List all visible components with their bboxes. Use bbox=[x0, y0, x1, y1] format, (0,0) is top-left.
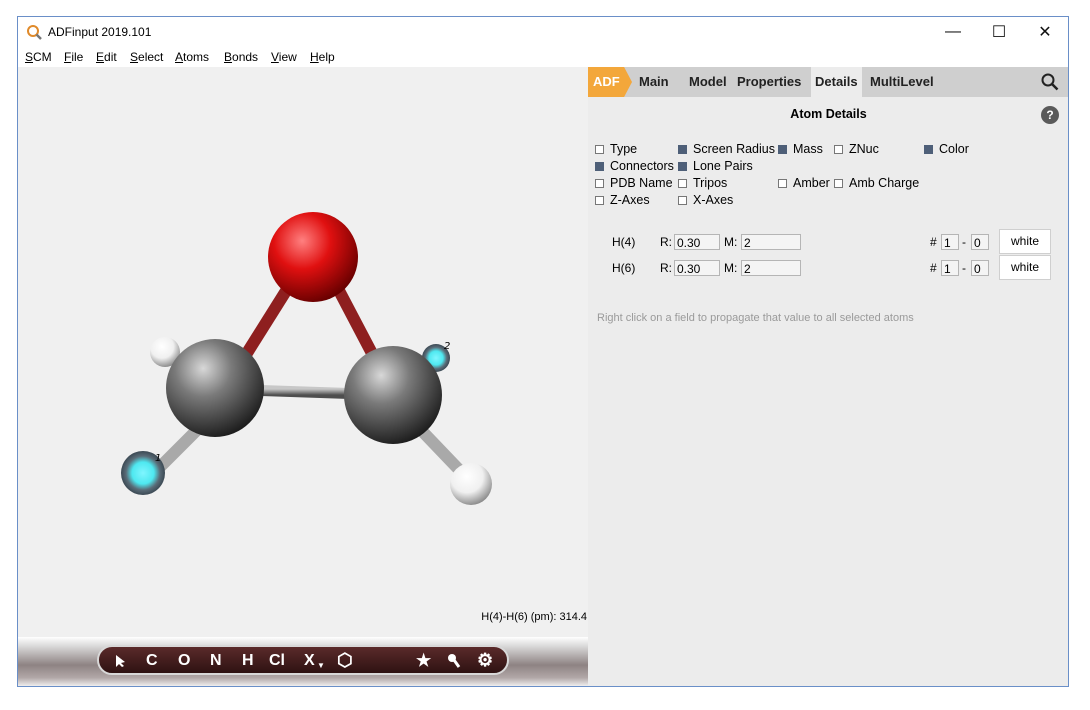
tab-details[interactable]: Details bbox=[811, 67, 862, 97]
checkbox-amber[interactable] bbox=[778, 178, 787, 188]
tab-model[interactable]: Model bbox=[689, 67, 727, 97]
mass-field[interactable]: 2 bbox=[741, 234, 801, 250]
menu-scm[interactable]: SCM bbox=[25, 50, 52, 64]
checkbox-amb-charge[interactable] bbox=[834, 178, 843, 188]
option-color[interactable]: Color bbox=[924, 142, 969, 156]
index-hash-label: # bbox=[930, 235, 937, 249]
checkbox-mass[interactable] bbox=[778, 144, 787, 154]
app-window: ADFinput 2019.101 — ☐ ✕ SCM File Edit Se… bbox=[17, 16, 1069, 687]
section-title: Atom Details bbox=[790, 107, 867, 121]
atom-carbon-left[interactable] bbox=[166, 339, 264, 437]
molecule-3d-view[interactable]: 1 2 bbox=[18, 67, 588, 637]
element-toolbar: C O N H Cl X ▼ ⬡ ★ ⚙ bbox=[97, 645, 509, 675]
tool-nitrogen[interactable]: N bbox=[210, 652, 222, 670]
mass-label: M: bbox=[724, 235, 738, 249]
tab-main[interactable]: Main bbox=[639, 67, 669, 97]
option-tripos[interactable]: Tripos bbox=[678, 176, 727, 190]
molecule-viewport[interactable]: 1 2 H(4)-H(6) (pm): 314.4 bbox=[18, 67, 588, 637]
atom-carbon-right[interactable] bbox=[344, 346, 442, 444]
tool-x-dummy[interactable]: X bbox=[304, 652, 315, 670]
checkbox-type[interactable] bbox=[595, 144, 604, 154]
checkbox-connectors[interactable] bbox=[595, 161, 604, 171]
help-icon[interactable]: ? bbox=[1041, 106, 1059, 124]
atom-hydrogen-lower-right[interactable] bbox=[450, 463, 492, 505]
option-screen-radius[interactable]: Screen Radius bbox=[678, 142, 775, 156]
radius-label: R: bbox=[660, 261, 672, 275]
element-toolbar-area: C O N H Cl X ▼ ⬡ ★ ⚙ bbox=[18, 637, 588, 686]
distance-status: H(4)-H(6) (pm): 314.4 bbox=[481, 611, 587, 623]
option-amber[interactable]: Amber bbox=[778, 176, 830, 190]
menu-edit[interactable]: Edit bbox=[96, 50, 117, 64]
close-button[interactable]: ✕ bbox=[1022, 17, 1068, 47]
tab-bar: ADF Main Model Properties Details MultiL… bbox=[588, 67, 1068, 97]
color-button[interactable]: white bbox=[999, 229, 1051, 254]
menu-bar: SCM File Edit Select Atoms Bonds View He… bbox=[18, 47, 1068, 67]
mass-field[interactable]: 2 bbox=[741, 260, 801, 276]
checkbox-tripos[interactable] bbox=[678, 178, 687, 188]
tool-oxygen[interactable]: O bbox=[178, 652, 190, 670]
menu-atoms[interactable]: Atoms bbox=[175, 50, 209, 64]
option-connectors[interactable]: Connectors bbox=[595, 159, 674, 173]
option-lone-pairs[interactable]: Lone Pairs bbox=[678, 159, 753, 173]
index-dash-label: - bbox=[962, 235, 966, 249]
checkbox-znuc[interactable] bbox=[834, 144, 843, 154]
window-title: ADFinput 2019.101 bbox=[48, 25, 152, 39]
checkbox-screen-radius[interactable] bbox=[678, 144, 687, 154]
propagate-hint: Right click on a field to propagate that… bbox=[597, 312, 914, 324]
star-icon[interactable]: ★ bbox=[416, 651, 431, 671]
checkbox-x-axes[interactable] bbox=[678, 195, 687, 205]
menu-view[interactable]: View bbox=[271, 50, 297, 64]
tab-properties[interactable]: Properties bbox=[737, 67, 801, 97]
index-to-field[interactable]: 0 bbox=[971, 260, 989, 276]
option-x-axes[interactable]: X-Axes bbox=[678, 193, 733, 207]
option-mass[interactable]: Mass bbox=[778, 142, 823, 156]
tab-multilevel[interactable]: MultiLevel bbox=[870, 67, 934, 97]
search-tool-icon[interactable] bbox=[447, 653, 461, 669]
checkbox-color[interactable] bbox=[924, 144, 933, 154]
details-panel: ADF Main Model Properties Details MultiL… bbox=[588, 67, 1068, 686]
option-znuc[interactable]: ZNuc bbox=[834, 142, 879, 156]
tab-adf[interactable]: ADF bbox=[588, 67, 632, 97]
option-z-axes[interactable]: Z-Axes bbox=[595, 193, 650, 207]
mass-label: M: bbox=[724, 261, 738, 275]
bond-c-o-right[interactable] bbox=[328, 278, 382, 364]
index-hash-label: # bbox=[930, 261, 937, 275]
radius-field[interactable]: 0.30 bbox=[674, 234, 720, 250]
select-arrow-icon[interactable] bbox=[115, 654, 127, 668]
radius-field[interactable]: 0.30 bbox=[674, 260, 720, 276]
app-icon bbox=[27, 25, 42, 40]
atom-row-label: H(6) bbox=[612, 261, 636, 275]
title-bar: ADFinput 2019.101 — ☐ ✕ bbox=[18, 17, 1068, 47]
option-type[interactable]: Type bbox=[595, 142, 637, 156]
menu-select[interactable]: Select bbox=[130, 50, 163, 64]
checkbox-pdb-name[interactable] bbox=[595, 178, 604, 188]
checkbox-lone-pairs[interactable] bbox=[678, 161, 687, 171]
maximize-button[interactable]: ☐ bbox=[976, 17, 1022, 47]
atom-label-2: 2 bbox=[444, 341, 450, 352]
index-to-field[interactable]: 0 bbox=[971, 234, 989, 250]
tool-carbon[interactable]: C bbox=[146, 652, 158, 670]
index-from-field[interactable]: 1 bbox=[941, 234, 959, 250]
atom-label-1: 1 bbox=[155, 453, 161, 464]
tool-hydrogen[interactable]: H bbox=[242, 652, 254, 670]
checkbox-z-axes[interactable] bbox=[595, 195, 604, 205]
option-amb-charge[interactable]: Amb Charge bbox=[834, 176, 919, 190]
menu-file[interactable]: File bbox=[64, 50, 83, 64]
settings-gear-icon[interactable]: ⚙ bbox=[477, 650, 493, 671]
ring-hexagon-icon[interactable]: ⬡ bbox=[337, 650, 353, 671]
radius-label: R: bbox=[660, 235, 672, 249]
minimize-button[interactable]: — bbox=[930, 17, 976, 47]
menu-help[interactable]: Help bbox=[310, 50, 335, 64]
option-pdb-name[interactable]: PDB Name bbox=[595, 176, 673, 190]
atom-oxygen[interactable] bbox=[268, 212, 358, 302]
dropdown-arrow-icon[interactable]: ▼ bbox=[317, 661, 325, 670]
search-icon[interactable] bbox=[1041, 73, 1059, 91]
index-dash-label: - bbox=[962, 261, 966, 275]
tool-chlorine[interactable]: Cl bbox=[269, 652, 285, 670]
index-from-field[interactable]: 1 bbox=[941, 260, 959, 276]
atom-row-label: H(4) bbox=[612, 235, 636, 249]
menu-bonds[interactable]: Bonds bbox=[224, 50, 258, 64]
color-button[interactable]: white bbox=[999, 255, 1051, 280]
